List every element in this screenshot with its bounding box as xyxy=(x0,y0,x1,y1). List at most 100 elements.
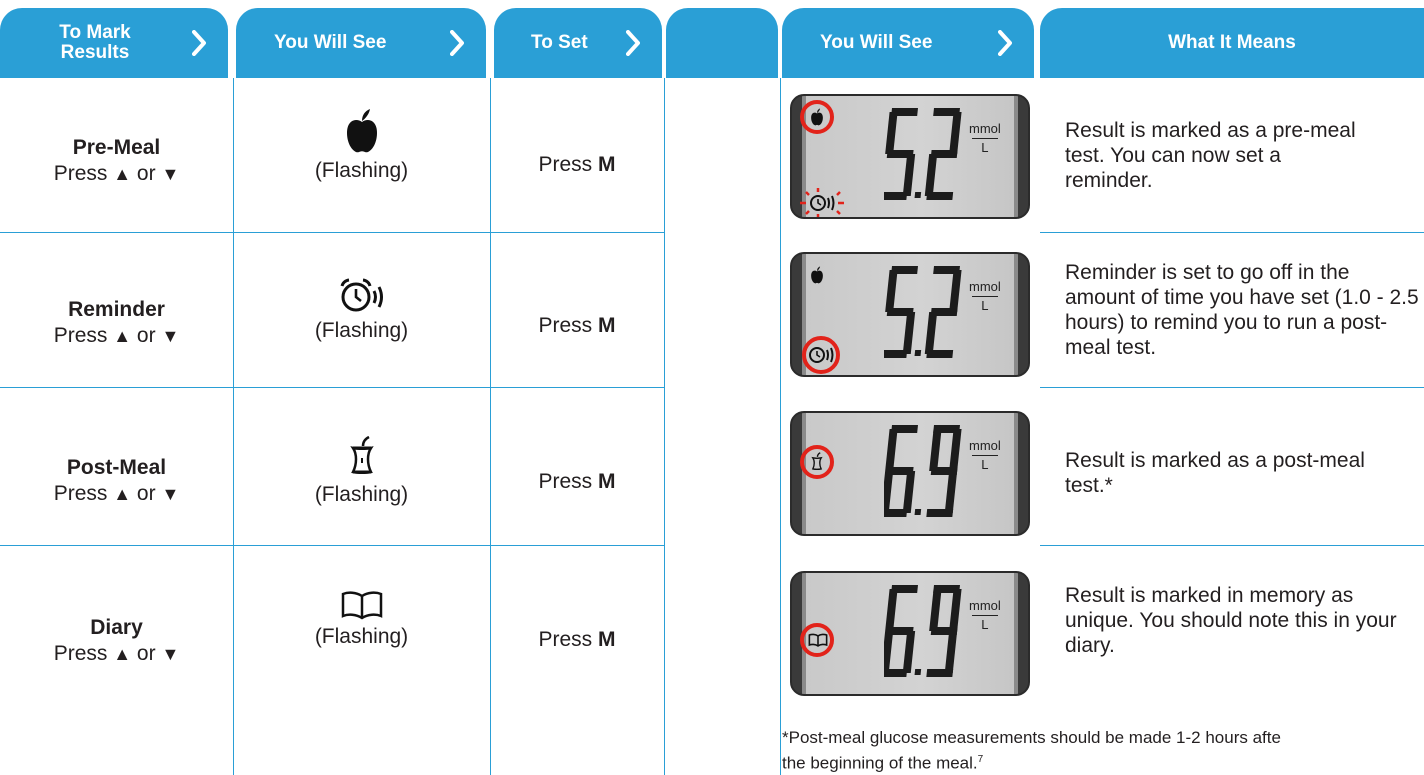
apple-core-icon xyxy=(349,436,374,474)
header-blank xyxy=(666,8,778,78)
set-cell-post-meal: Press M xyxy=(490,469,664,495)
down-arrow-icon: ▼ xyxy=(161,326,180,346)
or-text: or xyxy=(136,324,156,347)
mark-instruction: Press ▲ or ▼ xyxy=(0,323,233,349)
see-cell-pre-meal: (Flashing) xyxy=(233,108,490,184)
down-arrow-icon: ▼ xyxy=(161,484,180,504)
lcd-reading xyxy=(884,425,962,517)
chevron-right-icon xyxy=(998,30,1012,56)
lcd-reading xyxy=(884,585,962,677)
flashing-label: (Flashing) xyxy=(314,483,409,506)
unit-top: mmol xyxy=(969,438,1001,453)
mark-title: Pre-Meal xyxy=(72,136,161,159)
press-text: Press xyxy=(53,162,108,185)
or-text: or xyxy=(136,162,156,185)
meaning-reminder: Reminder is set to go off in the amount … xyxy=(1065,261,1419,359)
mark-cell-post-meal: Post-Meal Press ▲ or ▼ xyxy=(0,455,233,507)
up-arrow-icon: ▲ xyxy=(113,484,132,504)
header-to-set: To Set xyxy=(494,8,662,78)
set-cell-reminder: Press M xyxy=(490,313,664,339)
lcd-reading xyxy=(884,108,962,200)
set-cell-pre-meal: Press M xyxy=(490,152,664,178)
header-label: You Will See xyxy=(820,32,933,53)
header-label: To Set xyxy=(531,32,588,53)
alarm-clock-icon xyxy=(809,347,834,363)
lcd-screen-pre-meal: mmol L xyxy=(790,94,1030,219)
mark-title: Reminder xyxy=(68,298,165,321)
mark-instruction: Press ▲ or ▼ xyxy=(0,161,233,187)
press-text: Press xyxy=(538,314,593,337)
see-cell-reminder: (Flashing) xyxy=(233,278,490,344)
lcd-screen-diary: mmol L xyxy=(790,571,1030,696)
m-key: M xyxy=(598,314,616,337)
lcd-unit: mmol L xyxy=(969,599,1001,632)
column-divider xyxy=(664,78,665,775)
mark-instruction: Press ▲ or ▼ xyxy=(0,481,233,507)
row-divider xyxy=(0,545,664,546)
meaning-pre-meal: Result is marked as a pre-meal test. You… xyxy=(1065,119,1356,192)
unit-bottom: L xyxy=(981,140,989,155)
see-cell-post-meal: (Flashing) xyxy=(233,436,490,508)
row-divider xyxy=(0,232,664,233)
highlight-ring xyxy=(800,100,834,134)
apple-icon xyxy=(811,266,823,284)
flashing-label: (Flashing) xyxy=(314,159,409,182)
alarm-clock-icon xyxy=(800,188,844,217)
lcd-unit: mmol L xyxy=(969,122,1001,155)
unit-top: mmol xyxy=(969,279,1001,294)
press-text: Press xyxy=(53,482,108,505)
up-arrow-icon: ▲ xyxy=(113,644,132,664)
header-to-mark-results: To Mark Results xyxy=(0,8,228,78)
lcd-reading xyxy=(884,266,962,358)
unit-bottom: L xyxy=(981,298,989,313)
or-text: or xyxy=(136,642,156,665)
header-label: To Mark Results xyxy=(59,22,131,63)
unit-top: mmol xyxy=(969,598,1001,613)
book-icon xyxy=(341,591,382,620)
unit-bottom: L xyxy=(981,617,989,632)
mark-title: Post-Meal xyxy=(66,456,167,479)
lcd-screen-post-meal: mmol L xyxy=(790,411,1030,536)
down-arrow-icon: ▼ xyxy=(161,644,180,664)
press-text: Press xyxy=(538,470,593,493)
see-cell-diary: (Flashing) xyxy=(233,590,490,650)
up-arrow-icon: ▲ xyxy=(113,164,132,184)
set-cell-diary: Press M xyxy=(490,627,664,653)
footnote-line2: the beginning of the meal. xyxy=(782,753,978,773)
press-text: Press xyxy=(538,153,593,176)
row-divider xyxy=(1040,387,1424,388)
lcd-screen-reminder: mmol L xyxy=(790,252,1030,377)
apple-icon xyxy=(346,109,377,153)
apple-core-icon xyxy=(811,452,823,470)
row-divider xyxy=(1040,232,1424,233)
m-key: M xyxy=(598,628,616,651)
down-arrow-icon: ▼ xyxy=(161,164,180,184)
meaning-diary: Result is marked in memory as unique. Yo… xyxy=(1065,584,1397,657)
column-divider xyxy=(490,78,491,775)
chevron-right-icon xyxy=(450,30,464,56)
press-text: Press xyxy=(538,628,593,651)
header-you-will-see: You Will See xyxy=(236,8,486,78)
row-divider xyxy=(0,387,664,388)
flashing-label: (Flashing) xyxy=(314,625,409,648)
press-text: Press xyxy=(53,642,108,665)
mark-instruction: Press ▲ or ▼ xyxy=(0,641,233,667)
header-what-it-means: What It Means xyxy=(1040,8,1424,78)
meaning-post-meal: Result is marked as a post-meal test.* xyxy=(1065,449,1365,497)
unit-top: mmol xyxy=(969,121,1001,136)
press-text: Press xyxy=(53,324,108,347)
mark-cell-reminder: Reminder Press ▲ or ▼ xyxy=(0,297,233,349)
unit-bottom: L xyxy=(981,457,989,472)
up-arrow-icon: ▲ xyxy=(113,326,132,346)
header-label: You Will See xyxy=(274,32,387,53)
m-key: M xyxy=(598,153,616,176)
footnote: *Post-meal glucose measurements should b… xyxy=(782,727,1281,775)
chevron-right-icon xyxy=(626,30,640,56)
alarm-clock-icon xyxy=(340,278,383,312)
footnote-ref: 7 xyxy=(977,754,984,765)
or-text: or xyxy=(136,482,156,505)
m-key: M xyxy=(598,470,616,493)
mark-cell-pre-meal: Pre-Meal Press ▲ or ▼ xyxy=(0,135,233,187)
lcd-unit: mmol L xyxy=(969,439,1001,472)
lcd-unit: mmol L xyxy=(969,280,1001,313)
